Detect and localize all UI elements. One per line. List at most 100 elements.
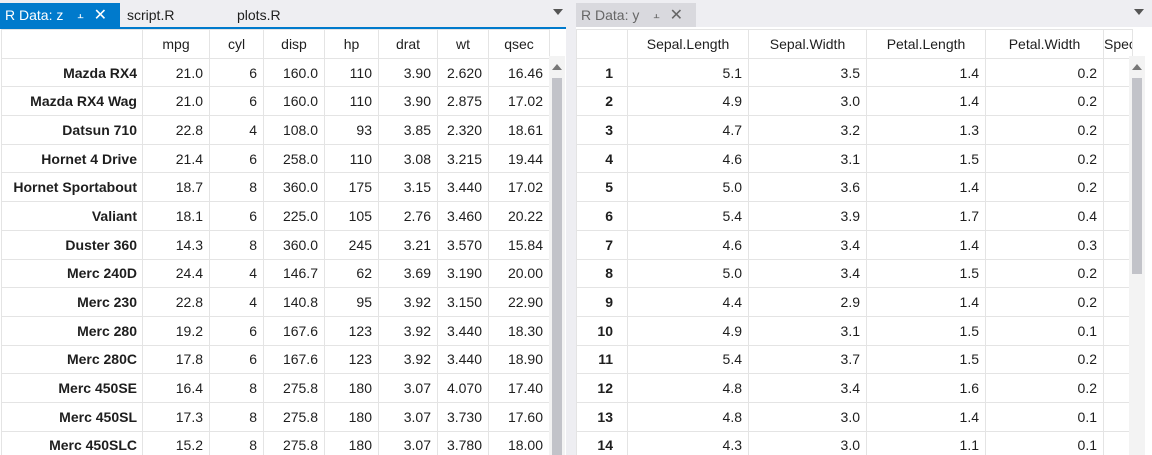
table-cell[interactable]: 175 (324, 172, 379, 203)
column-header[interactable]: Petal.Length (866, 29, 986, 59)
right-vertical-scrollbar[interactable] (1129, 56, 1145, 455)
table-cell[interactable]: 0.2 (985, 258, 1104, 289)
table-cell[interactable]: 3.92 (378, 287, 438, 317)
table-cell[interactable]: 1.5 (866, 258, 986, 289)
table-cell[interactable]: 1.4 (866, 229, 986, 260)
table-cell[interactable]: 93 (324, 115, 379, 145)
table-row[interactable]: 1 5.1 3.5 1.4 0.2 (576, 57, 1133, 88)
table-cell[interactable]: 3.5 (748, 57, 867, 88)
table-row[interactable]: 4 4.6 3.1 1.5 0.2 (576, 143, 1133, 174)
table-cell[interactable]: 15.84 (488, 229, 550, 260)
table-cell[interactable]: 4.3 (627, 430, 749, 455)
table-cell[interactable]: 17.02 (488, 86, 550, 117)
table-cell[interactable]: 5.0 (627, 172, 749, 203)
table-cell[interactable]: 160.0 (263, 86, 325, 117)
table-cell[interactable]: 146.7 (263, 258, 325, 289)
table-cell[interactable]: 3.150 (437, 287, 489, 317)
table-cell[interactable]: 160.0 (263, 57, 325, 88)
table-cell[interactable]: 6 (209, 57, 264, 88)
table-cell[interactable]: 2.320 (437, 115, 489, 145)
table-cell[interactable]: 3.0 (748, 401, 867, 432)
table-row[interactable]: 11 5.4 3.7 1.5 0.2 (576, 344, 1133, 375)
table-cell[interactable]: 245 (324, 229, 379, 260)
table-cell[interactable]: 21.0 (142, 57, 210, 88)
pin-icon[interactable]: ⫠ (647, 9, 665, 22)
table-cell[interactable]: 3.92 (378, 344, 438, 375)
table-cell[interactable]: 110 (324, 86, 379, 117)
table-cell[interactable]: 21.4 (142, 143, 210, 174)
table-cell[interactable]: 180 (324, 373, 379, 403)
table-cell[interactable]: 4 (209, 258, 264, 289)
table-cell[interactable]: 22.90 (488, 287, 550, 317)
column-header[interactable]: disp (263, 29, 325, 59)
table-cell[interactable]: 3.15 (378, 172, 438, 203)
table-cell[interactable]: 20.22 (488, 201, 550, 231)
table-cell[interactable]: 16.4 (142, 373, 210, 403)
table-cell[interactable]: 110 (324, 57, 379, 88)
table-cell[interactable]: 6 (209, 315, 264, 346)
table-cell[interactable]: 3.570 (437, 229, 489, 260)
table-row[interactable]: Merc 450SE 16.4 8 275.8 180 3.07 4.070 17.40 (1, 373, 550, 403)
table-cell[interactable]: 62 (324, 258, 379, 289)
table-cell[interactable]: 3.08 (378, 143, 438, 174)
pin-icon[interactable]: ⫠ (71, 9, 89, 22)
table-cell[interactable]: 22.8 (142, 287, 210, 317)
table-cell[interactable]: 3.0 (748, 430, 867, 455)
table-cell[interactable]: 2.875 (437, 86, 489, 117)
table-row[interactable]: 10 4.9 3.1 1.5 0.1 (576, 315, 1133, 346)
column-header[interactable]: hp (324, 29, 379, 59)
column-header[interactable]: wt (437, 29, 489, 59)
table-cell[interactable]: 2.9 (748, 287, 867, 317)
table-cell[interactable]: 3.440 (437, 344, 489, 375)
table-cell[interactable]: 5.4 (627, 201, 749, 231)
table-cell[interactable]: 3.440 (437, 315, 489, 346)
table-cell[interactable]: 1.4 (866, 172, 986, 203)
table-cell[interactable]: 3.9 (748, 201, 867, 231)
table-cell[interactable]: 4.6 (627, 143, 749, 174)
table-cell[interactable]: 105 (324, 201, 379, 231)
table-row[interactable]: Merc 450SLC 15.2 8 275.8 180 3.07 3.780 18.00 (1, 430, 550, 455)
table-row[interactable]: 12 4.8 3.4 1.6 0.2 (576, 373, 1133, 403)
table-cell[interactable]: 17.02 (488, 172, 550, 203)
table-cell[interactable]: 0.2 (985, 172, 1104, 203)
table-cell[interactable]: 258.0 (263, 143, 325, 174)
chevron-down-icon[interactable] (1134, 9, 1144, 15)
table-cell[interactable]: 17.60 (488, 401, 550, 432)
table-cell[interactable]: 360.0 (263, 172, 325, 203)
column-header[interactable]: mpg (142, 29, 210, 59)
column-header[interactable]: qsec (488, 29, 550, 59)
table-cell[interactable]: 3.0 (748, 86, 867, 117)
table-cell[interactable]: 275.8 (263, 373, 325, 403)
table-cell[interactable]: 3.780 (437, 430, 489, 455)
table-cell[interactable]: 18.61 (488, 115, 550, 145)
table-cell[interactable]: 3.07 (378, 401, 438, 432)
table-cell[interactable]: 3.2 (748, 115, 867, 145)
table-cell[interactable]: 8 (209, 172, 264, 203)
table-cell[interactable]: 8 (209, 229, 264, 260)
table-cell[interactable]: 18.1 (142, 201, 210, 231)
table-row[interactable]: Merc 280 19.2 6 167.6 123 3.92 3.440 18.30 (1, 315, 550, 346)
table-cell[interactable]: 18.7 (142, 172, 210, 203)
table-row[interactable]: Valiant 18.1 6 225.0 105 2.76 3.460 20.22 (1, 201, 550, 231)
table-row[interactable]: Merc 280C 17.8 6 167.6 123 3.92 3.440 18.90 (1, 344, 550, 375)
scroll-up-icon[interactable] (552, 64, 562, 70)
table-cell[interactable]: 0.2 (985, 287, 1104, 317)
table-cell[interactable]: 180 (324, 430, 379, 455)
left-vertical-scrollbar[interactable] (549, 56, 565, 455)
table-cell[interactable]: 123 (324, 315, 379, 346)
table-cell[interactable]: 4.8 (627, 401, 749, 432)
table-cell[interactable]: 1.4 (866, 57, 986, 88)
table-cell[interactable]: 3.07 (378, 430, 438, 455)
table-cell[interactable]: 17.8 (142, 344, 210, 375)
table-cell[interactable]: 3.21 (378, 229, 438, 260)
chevron-down-icon[interactable] (553, 9, 563, 15)
table-cell[interactable]: 4.6 (627, 229, 749, 260)
table-row[interactable]: 3 4.7 3.2 1.3 0.2 (576, 115, 1133, 145)
scroll-thumb[interactable] (1132, 78, 1142, 274)
table-cell[interactable]: 3.90 (378, 86, 438, 117)
column-header[interactable]: cyl (209, 29, 264, 59)
table-row[interactable]: 8 5.0 3.4 1.5 0.2 (576, 258, 1133, 289)
pane-splitter[interactable] (566, 0, 576, 455)
table-row[interactable]: 14 4.3 3.0 1.1 0.1 (576, 430, 1133, 455)
table-cell[interactable]: 3.1 (748, 143, 867, 174)
